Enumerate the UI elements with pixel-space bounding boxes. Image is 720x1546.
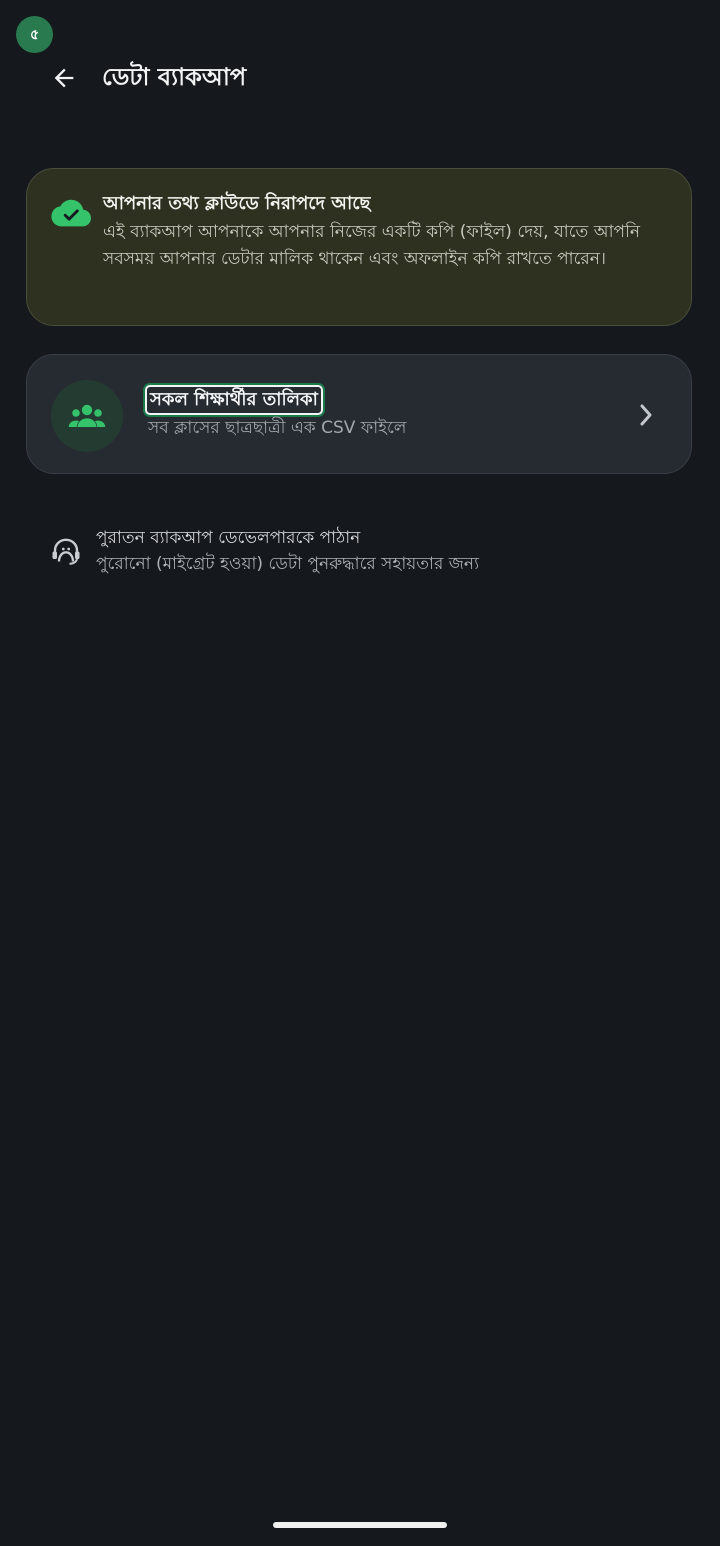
status-bar-app-icon: ৫ [16,16,53,53]
all-students-export-option[interactable]: সকল শিক্ষার্থীর তালিকা সব ক্লাসের ছাত্রছ… [26,354,692,474]
option-avatar [51,380,123,452]
group-icon [68,404,106,427]
home-indicator[interactable] [273,1522,447,1528]
arrow-left-icon [54,68,74,88]
app-bar: ডেটা ব্যাকআপ [0,52,720,104]
option-title: সকল শিক্ষার্থীর তালিকা [145,385,323,415]
support-agent-icon [52,538,80,565]
page-title: ডেটা ব্যাকআপ [102,63,247,91]
cloud-safe-info-card: আপনার তথ্য ক্লাউডে নিরাপদে আছে এই ব্যাকআ… [26,168,692,326]
option-subtitle: সব ক্লাসের ছাত্রছাত্রী এক CSV ফাইলে [148,418,407,438]
send-legacy-backup-option[interactable]: পুরাতন ব্যাকআপ ডেভেলপারকে পাঠান পুরোনো (… [40,518,680,582]
cloud-check-icon [51,199,91,227]
back-button[interactable] [44,58,84,98]
info-card-title: আপনার তথ্য ক্লাউডে নিরাপদে আছে [103,193,371,214]
chevron-right-icon [640,404,652,426]
legacy-option-title: পুরাতন ব্যাকআপ ডেভেলপারকে পাঠান [96,528,361,548]
legacy-option-subtitle: পুরোনো (মাইগ্রেট হওয়া) ডেটা পুনরুদ্ধারে… [96,554,480,574]
info-card-description: এই ব্যাকআপ আপনাকে আপনার নিজের একটি কপি (… [103,222,641,269]
